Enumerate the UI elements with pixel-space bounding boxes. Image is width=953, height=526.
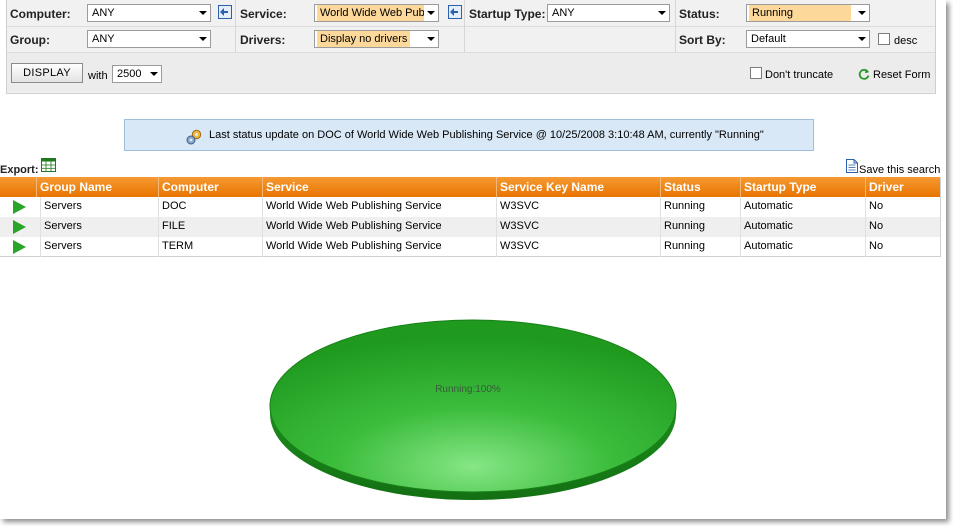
desc-label: desc (894, 35, 918, 47)
refresh-icon[interactable] (858, 68, 870, 80)
filter-form: Computer: ANY Service: World Wide Web Pu… (6, 0, 936, 94)
table-header: Group Name Computer Service Service Key … (0, 177, 940, 197)
row-limit-select[interactable]: 2500 (112, 65, 162, 83)
pie-slice-label: Running:100% (435, 384, 501, 395)
drivers-select[interactable]: Display no drivers (314, 30, 439, 48)
dont-truncate-label: Don't truncate (765, 69, 834, 81)
cell-service-key: W3SVC (496, 217, 660, 237)
cell-service-key: W3SVC (496, 237, 660, 257)
link-service-icon[interactable] (448, 5, 462, 19)
group-select[interactable]: ANY (87, 30, 211, 48)
link-computer-icon[interactable] (218, 5, 232, 19)
cell-startup-type: Automatic (740, 237, 865, 257)
status-label: Status: (679, 7, 720, 21)
status-message: Last status update on DOC of World Wide … (209, 129, 764, 141)
col-startup-type[interactable]: Startup Type (740, 177, 865, 197)
computer-select[interactable]: ANY (87, 4, 211, 22)
service-select-value: World Wide Web Pub (317, 5, 424, 21)
table-row[interactable]: Servers TERM World Wide Web Publishing S… (0, 237, 940, 257)
col-service[interactable]: Service (262, 177, 496, 197)
status-select[interactable]: Running (746, 4, 870, 22)
dont-truncate-checkbox[interactable] (750, 67, 762, 79)
group-select-value: ANY (92, 33, 115, 45)
cell-driver: No (865, 197, 940, 217)
col-status[interactable]: Status (660, 177, 740, 197)
cell-group-name: Servers (40, 217, 158, 237)
chevron-down-icon (150, 72, 158, 76)
drivers-select-value: Display no drivers (317, 31, 411, 47)
chevron-down-icon (858, 37, 866, 41)
chevron-down-icon (199, 11, 207, 15)
col-computer[interactable]: Computer (158, 177, 262, 197)
cell-status: Running (660, 217, 740, 237)
filter-row-1: Computer: ANY Service: World Wide Web Pu… (7, 0, 935, 53)
gears-icon (186, 129, 202, 145)
cell-computer: FILE (158, 217, 262, 237)
cell-service-key: W3SVC (496, 197, 660, 217)
cell-service: World Wide Web Publishing Service (262, 217, 496, 237)
cell-service: World Wide Web Publishing Service (262, 197, 496, 217)
cell-status: Running (660, 237, 740, 257)
save-search-link[interactable]: Save this search (859, 164, 940, 176)
with-label: with (88, 70, 108, 82)
chevron-down-icon (427, 37, 435, 41)
row-limit-value: 2500 (117, 68, 142, 80)
cell-status: Running (660, 197, 740, 217)
startup-type-select-value: ANY (552, 7, 575, 19)
table-row[interactable]: Servers DOC World Wide Web Publishing Se… (0, 197, 940, 217)
sort-by-label: Sort By: (679, 33, 726, 47)
filter-row-3: DISPLAY with 2500 Don't truncate Reset F… (7, 53, 935, 92)
computer-select-value: ANY (92, 7, 115, 19)
pie-slice-running[interactable] (269, 319, 677, 493)
save-search-icon[interactable] (846, 159, 858, 173)
display-button[interactable]: DISPLAY (11, 63, 83, 83)
play-icon[interactable] (13, 240, 26, 254)
cell-startup-type: Automatic (740, 197, 865, 217)
status-select-value: Running (749, 5, 851, 21)
reset-form-link[interactable]: Reset Form (873, 69, 930, 81)
chevron-down-icon (858, 11, 866, 15)
service-select[interactable]: World Wide Web Pub (314, 4, 439, 22)
cell-startup-type: Automatic (740, 217, 865, 237)
chevron-down-icon (658, 11, 666, 15)
status-pie-chart: Running:100% (269, 319, 677, 500)
col-driver[interactable]: Driver (865, 177, 940, 197)
col-service-key-name[interactable]: Service Key Name (496, 177, 660, 197)
startup-type-select[interactable]: ANY (547, 4, 670, 22)
filter-row-2: Group: ANY Drivers: Display no drivers S… (7, 26, 935, 53)
col-group-name[interactable]: Group Name (36, 177, 158, 197)
computer-label: Computer: (10, 7, 71, 21)
play-icon[interactable] (13, 220, 26, 234)
cell-group-name: Servers (40, 237, 158, 257)
export-label: Export: (0, 164, 39, 176)
status-banner: Last status update on DOC of World Wide … (124, 119, 814, 151)
service-label: Service: (240, 7, 287, 21)
services-table: Group Name Computer Service Service Key … (0, 177, 941, 257)
drivers-label: Drivers: (240, 33, 286, 47)
group-label: Group: (10, 33, 50, 47)
cell-computer: DOC (158, 197, 262, 217)
app-window: Computer: ANY Service: World Wide Web Pu… (0, 0, 946, 519)
startup-type-label: Startup Type: (469, 7, 546, 21)
chevron-down-icon (427, 11, 435, 15)
play-icon[interactable] (13, 200, 26, 214)
desc-checkbox[interactable] (878, 33, 890, 45)
cell-driver: No (865, 217, 940, 237)
cell-driver: No (865, 237, 940, 257)
cell-service: World Wide Web Publishing Service (262, 237, 496, 257)
chevron-down-icon (199, 37, 207, 41)
sort-by-select[interactable]: Default (746, 30, 870, 48)
sort-by-select-value: Default (751, 33, 786, 45)
excel-export-icon[interactable] (41, 158, 56, 172)
cell-computer: TERM (158, 237, 262, 257)
table-row[interactable]: Servers FILE World Wide Web Publishing S… (0, 217, 940, 237)
cell-group-name: Servers (40, 197, 158, 217)
